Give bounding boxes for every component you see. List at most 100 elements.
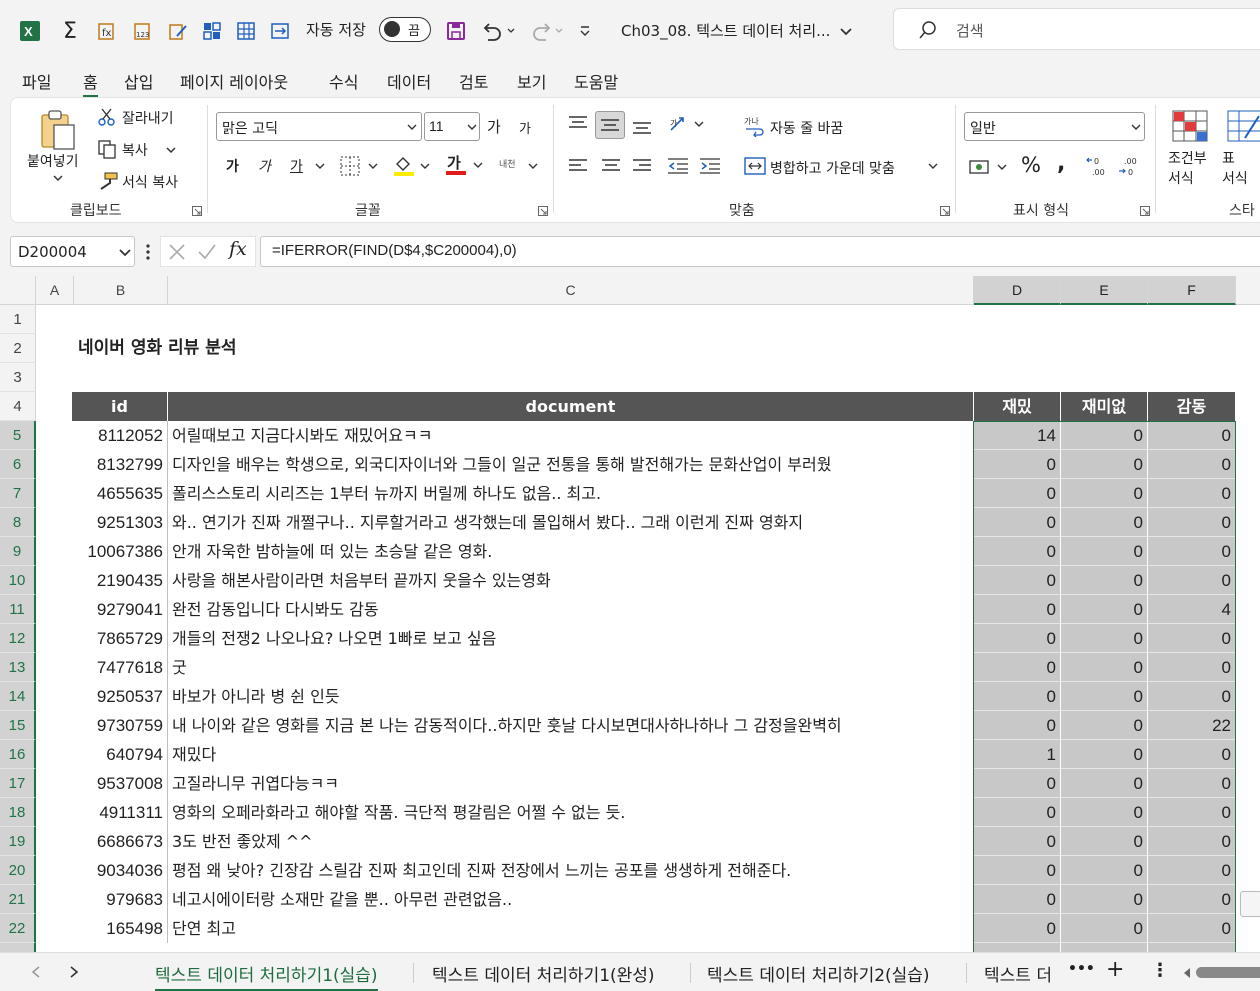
- row-header[interactable]: 16: [0, 740, 36, 769]
- quick-analysis-icon[interactable]: [1240, 891, 1260, 917]
- cell-fun-count[interactable]: 0: [974, 508, 1061, 537]
- layout-icon[interactable]: [198, 17, 226, 45]
- cell-fun-count[interactable]: 0: [974, 711, 1061, 740]
- cell-document[interactable]: 디자인을 배우는 학생으로, 외국디자이너와 그들이 일군 전통을 통해 발전해…: [170, 450, 973, 479]
- cell-touching-count[interactable]: 0: [1148, 914, 1236, 943]
- cell-touching-count[interactable]: 22: [1148, 711, 1236, 740]
- sheet-options-button[interactable]: ⋮: [1151, 960, 1169, 981]
- cell-touching-count[interactable]: 0: [1148, 450, 1236, 479]
- cell-id[interactable]: 9537008: [72, 769, 168, 798]
- row-header[interactable]: 10: [0, 566, 36, 595]
- cell-not-fun-count[interactable]: 0: [1061, 682, 1148, 711]
- number-launcher-icon[interactable]: [1140, 206, 1150, 216]
- select-all-corner[interactable]: [0, 276, 36, 305]
- row-header[interactable]: 22: [0, 914, 36, 943]
- cell-fun-count[interactable]: 14: [974, 421, 1061, 450]
- header-fun[interactable]: 재밌: [974, 392, 1061, 421]
- autosum-icon[interactable]: Σ: [56, 17, 84, 45]
- cell-document[interactable]: 단연 최고: [170, 914, 973, 943]
- cell-id[interactable]: 9730759: [72, 711, 168, 740]
- cell-not-fun-count[interactable]: 0: [1061, 740, 1148, 769]
- cell-touching-count[interactable]: 0: [1148, 508, 1236, 537]
- increase-decimal-icon[interactable]: 0.00: [1086, 155, 1110, 179]
- cell-id[interactable]: 9251303: [72, 508, 168, 537]
- col-header-f[interactable]: F: [1148, 276, 1236, 305]
- increase-font-button[interactable]: 가: [487, 116, 501, 137]
- header-touching[interactable]: 감동: [1148, 392, 1236, 421]
- col-header-b[interactable]: B: [74, 276, 168, 305]
- cell-not-fun-count[interactable]: 0: [1061, 769, 1148, 798]
- cell-not-fun-count[interactable]: 0: [1061, 421, 1148, 450]
- row-header[interactable]: 9: [0, 537, 36, 566]
- menu-home[interactable]: 홈: [83, 69, 98, 98]
- cell-document[interactable]: 바보가 아니라 병 쉰 인듯: [170, 682, 973, 711]
- cell-document[interactable]: 영화의 오페라화라고 해야할 작품. 극단적 평갈림은 어쩔 수 없는 듯.: [170, 798, 973, 827]
- format-painter-icon[interactable]: [97, 171, 119, 191]
- paste-icon[interactable]: [38, 107, 80, 153]
- autosave-toggle[interactable]: 끔: [379, 17, 431, 42]
- cell-partial[interactable]: [1148, 943, 1236, 952]
- cell-fun-count[interactable]: 0: [974, 566, 1061, 595]
- row-header[interactable]: 17: [0, 769, 36, 798]
- cell-id[interactable]: 9034036: [72, 856, 168, 885]
- underline-button[interactable]: 가: [290, 156, 303, 176]
- cell-not-fun-count[interactable]: 0: [1061, 479, 1148, 508]
- cell-id[interactable]: 9279041: [72, 595, 168, 624]
- align-middle-button[interactable]: [595, 111, 625, 139]
- edit-icon[interactable]: [164, 17, 192, 45]
- wrap-text-icon[interactable]: 가나: [744, 115, 766, 137]
- horizontal-scrollbar-thumb[interactable]: [1196, 967, 1260, 978]
- cell-document[interactable]: 재밌다: [170, 740, 973, 769]
- menu-data[interactable]: 데이터: [387, 69, 431, 93]
- row-header[interactable]: 14: [0, 682, 36, 711]
- cut-button[interactable]: 잘라내기: [122, 108, 174, 128]
- name-box[interactable]: D200004: [10, 236, 135, 267]
- font-size-select[interactable]: 11: [424, 112, 480, 141]
- cell-touching-count[interactable]: 0: [1148, 682, 1236, 711]
- cell-touching-count[interactable]: 0: [1148, 653, 1236, 682]
- cell-fun-count[interactable]: 0: [974, 537, 1061, 566]
- font-name-select[interactable]: 맑은 고딕: [216, 112, 422, 141]
- search-box[interactable]: 검색: [893, 8, 1260, 50]
- cell-fun-count[interactable]: 0: [974, 479, 1061, 508]
- cell-document[interactable]: 완전 감동입니다 다시봐도 감동: [170, 595, 973, 624]
- copy-chevron-icon[interactable]: [165, 145, 177, 155]
- decrease-decimal-icon[interactable]: .00 0: [1118, 155, 1142, 179]
- cell-fun-count[interactable]: 0: [974, 914, 1061, 943]
- menu-formulas[interactable]: 수식: [329, 69, 358, 93]
- prev-sheet-icon[interactable]: [30, 965, 42, 979]
- row-header[interactable]: 12: [0, 624, 36, 653]
- sheet-title[interactable]: 네이버 영화 리뷰 분석: [78, 334, 237, 363]
- merge-center-button[interactable]: 병합하고 가운데 맞춤: [770, 158, 895, 178]
- sheet-tab[interactable]: 텍스트 데이터 처리하기1(실습): [155, 961, 378, 991]
- cell-fun-count[interactable]: 0: [974, 769, 1061, 798]
- cell-id[interactable]: 8132799: [72, 450, 168, 479]
- cell-document[interactable]: 폴리스스토리 시리즈는 1부터 뉴까지 버릴께 하나도 없음.. 최고.: [170, 479, 973, 508]
- cell-touching-count[interactable]: 0: [1148, 566, 1236, 595]
- format-as-table-icon[interactable]: [1227, 110, 1260, 142]
- cell-fun-count[interactable]: 0: [974, 682, 1061, 711]
- row-header[interactable]: 3: [0, 363, 36, 392]
- save-icon[interactable]: [442, 17, 470, 45]
- cell-id[interactable]: 8112052: [72, 421, 168, 450]
- cell-document[interactable]: 굿: [170, 653, 973, 682]
- row-header[interactable]: 5: [0, 421, 36, 450]
- cell-id[interactable]: 4911311: [72, 798, 168, 827]
- col-header-c[interactable]: C: [168, 276, 974, 305]
- cell-touching-count[interactable]: 0: [1148, 885, 1236, 914]
- paste-chevron-icon[interactable]: [52, 173, 64, 183]
- cell-touching-count[interactable]: 0: [1148, 537, 1236, 566]
- col-header-d[interactable]: D: [974, 276, 1061, 305]
- cell-document[interactable]: 개들의 전쟁2 나오나요? 나오면 1빠로 보고 싶음: [170, 624, 973, 653]
- cell-id[interactable]: 7477618: [72, 653, 168, 682]
- format-painter-button[interactable]: 서식 복사: [122, 172, 178, 192]
- decrease-font-button[interactable]: 가: [519, 118, 531, 137]
- row-header[interactable]: 21: [0, 885, 36, 914]
- italic-button[interactable]: 가: [258, 156, 271, 176]
- number-icon[interactable]: 123: [128, 17, 156, 45]
- align-left-icon[interactable]: [568, 158, 588, 174]
- menu-help[interactable]: 도움말: [574, 69, 618, 93]
- cell-fun-count[interactable]: 0: [974, 653, 1061, 682]
- cell-id[interactable]: 979683: [72, 885, 168, 914]
- header-document[interactable]: document: [168, 392, 974, 421]
